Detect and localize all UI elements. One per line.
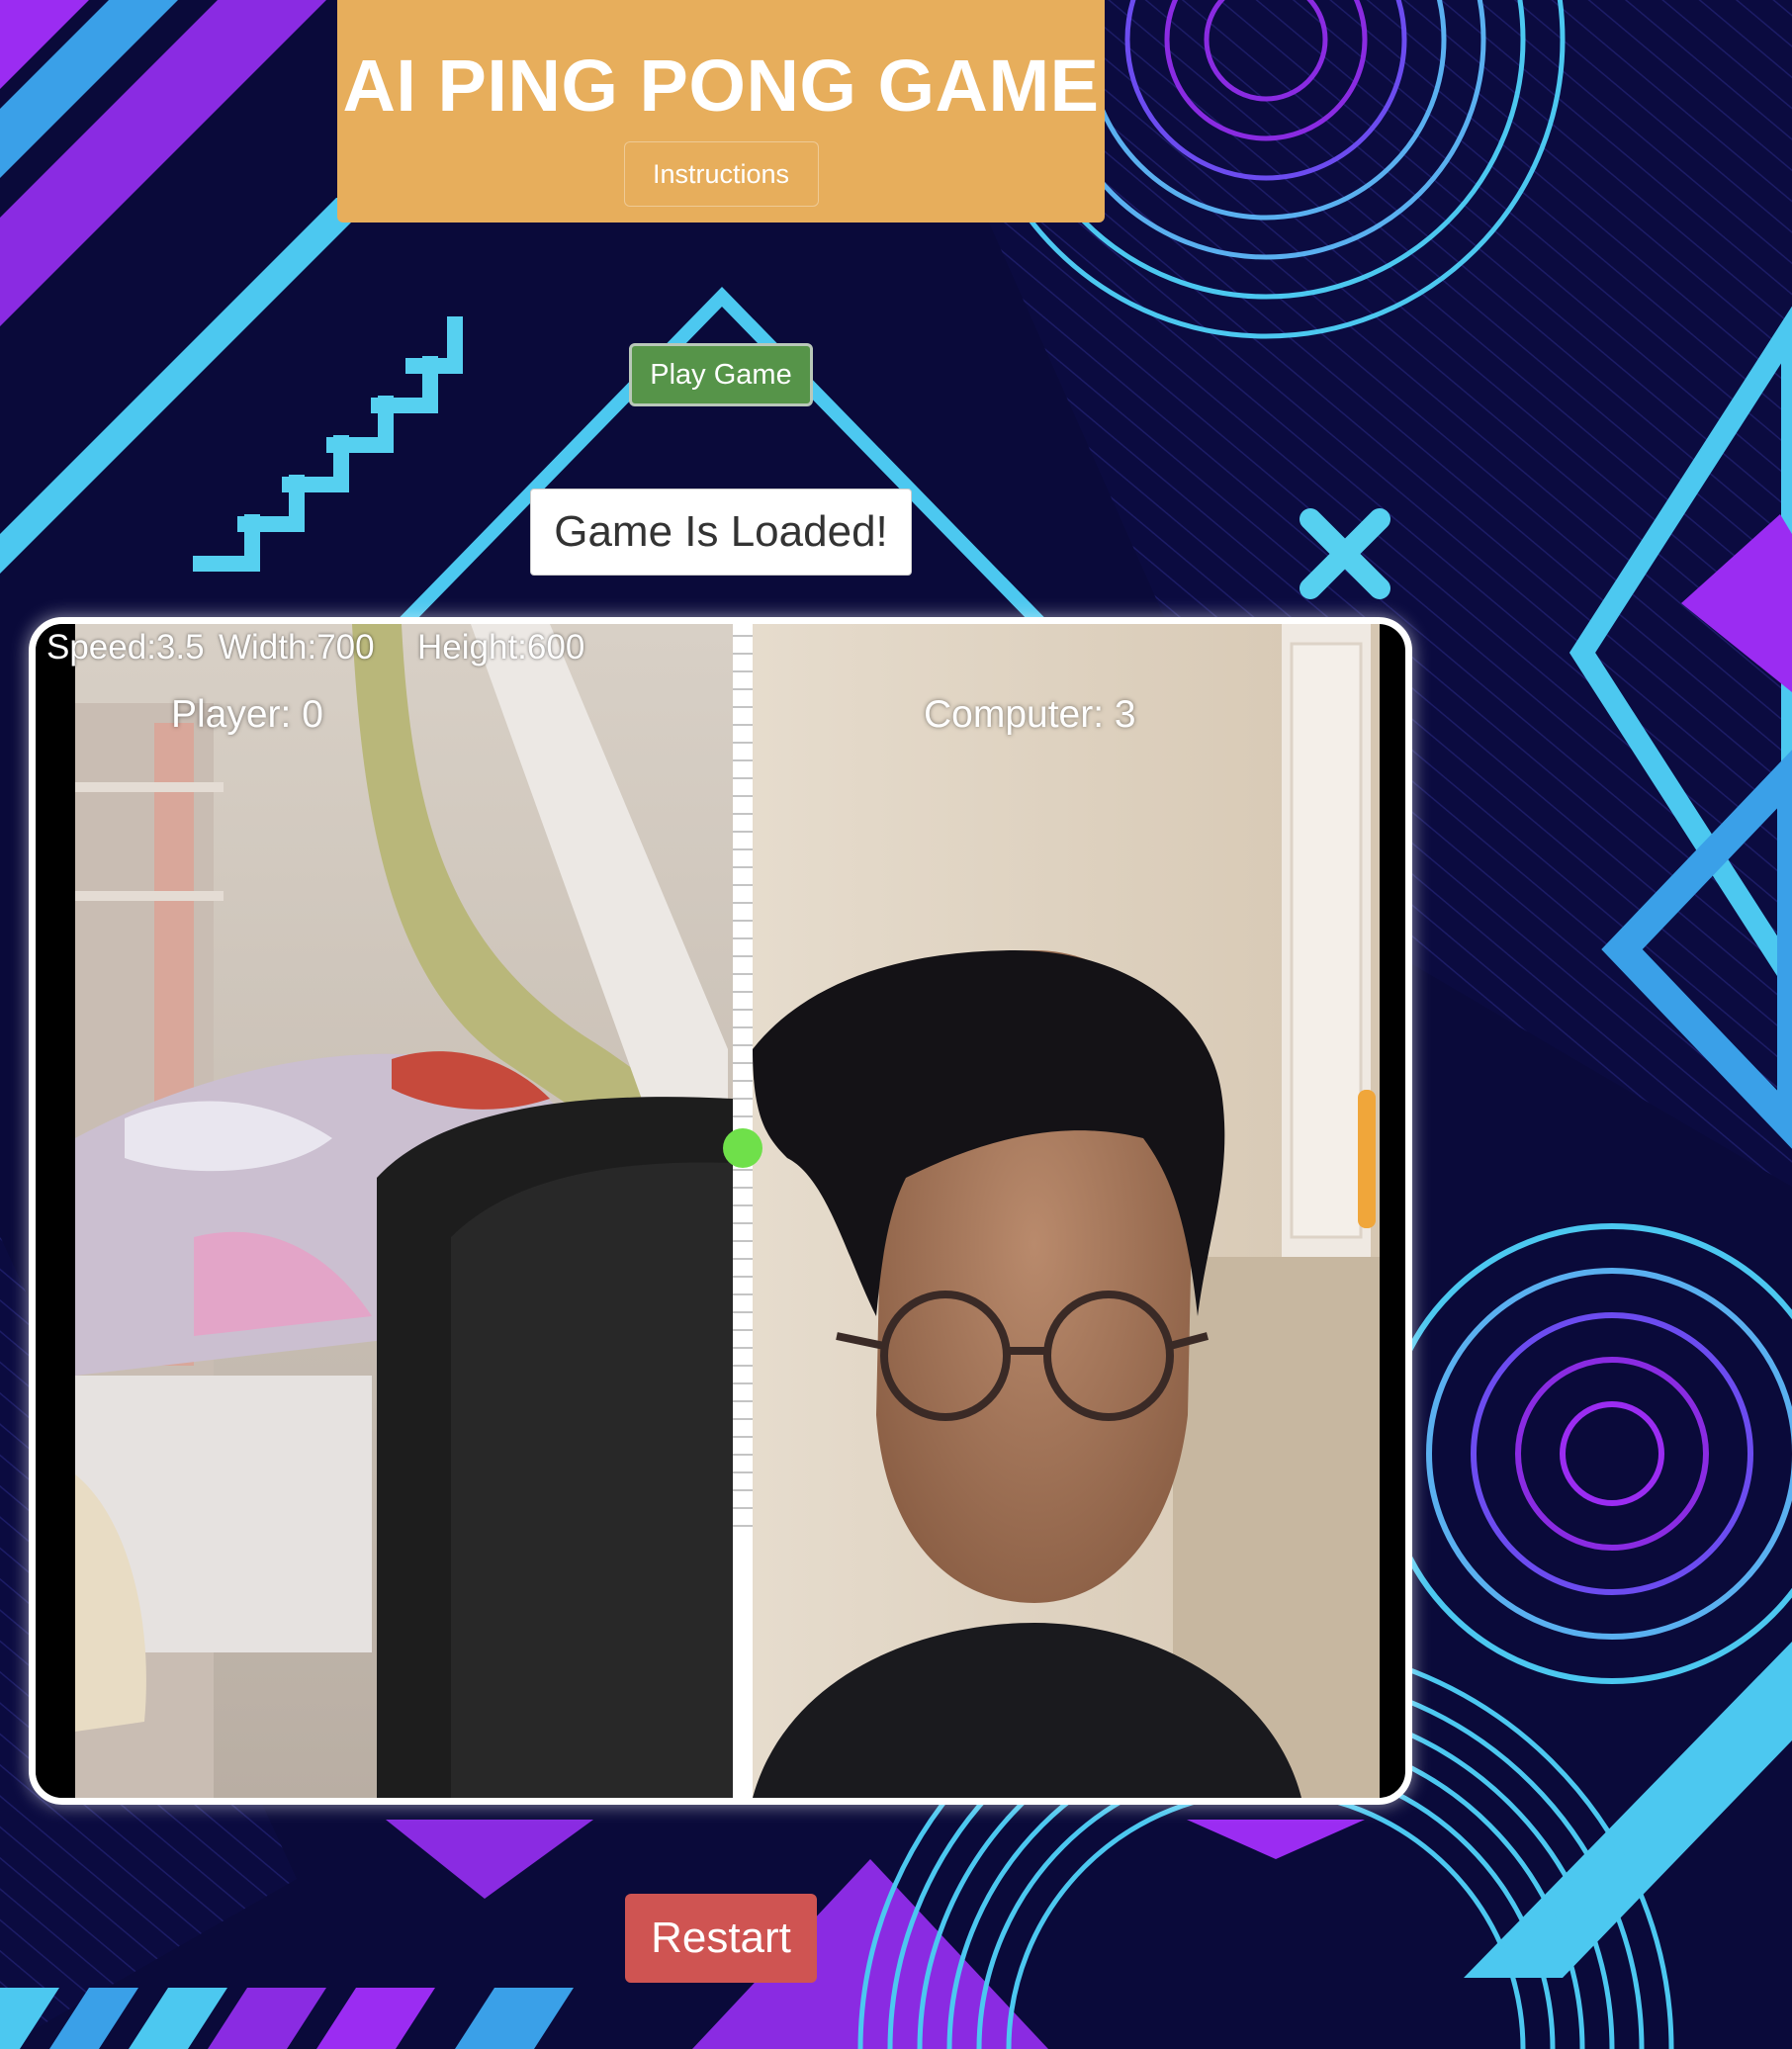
computer-score: Computer: 3 — [924, 693, 1136, 736]
game-status-message: Game Is Loaded! — [530, 489, 912, 576]
computer-paddle — [1358, 1090, 1376, 1228]
webcam-feed — [36, 624, 1380, 1798]
page-title: AI PING PONG GAME — [342, 45, 1100, 127]
speed-readout: Speed:3.5 — [46, 628, 205, 667]
player-score: Player: 0 — [171, 693, 323, 736]
height-readout: Height:600 — [417, 628, 585, 667]
width-readout: Width:700 — [219, 628, 375, 667]
instructions-button[interactable]: Instructions — [623, 141, 819, 207]
restart-button[interactable]: Restart — [625, 1894, 817, 1983]
header-banner: AI PING PONG GAME Instructions — [337, 0, 1105, 223]
game-canvas[interactable]: Speed:3.5 Width:700 Height:600 Player: 0… — [29, 617, 1412, 1805]
ball — [723, 1128, 762, 1168]
play-game-button[interactable]: Play Game — [629, 343, 813, 406]
